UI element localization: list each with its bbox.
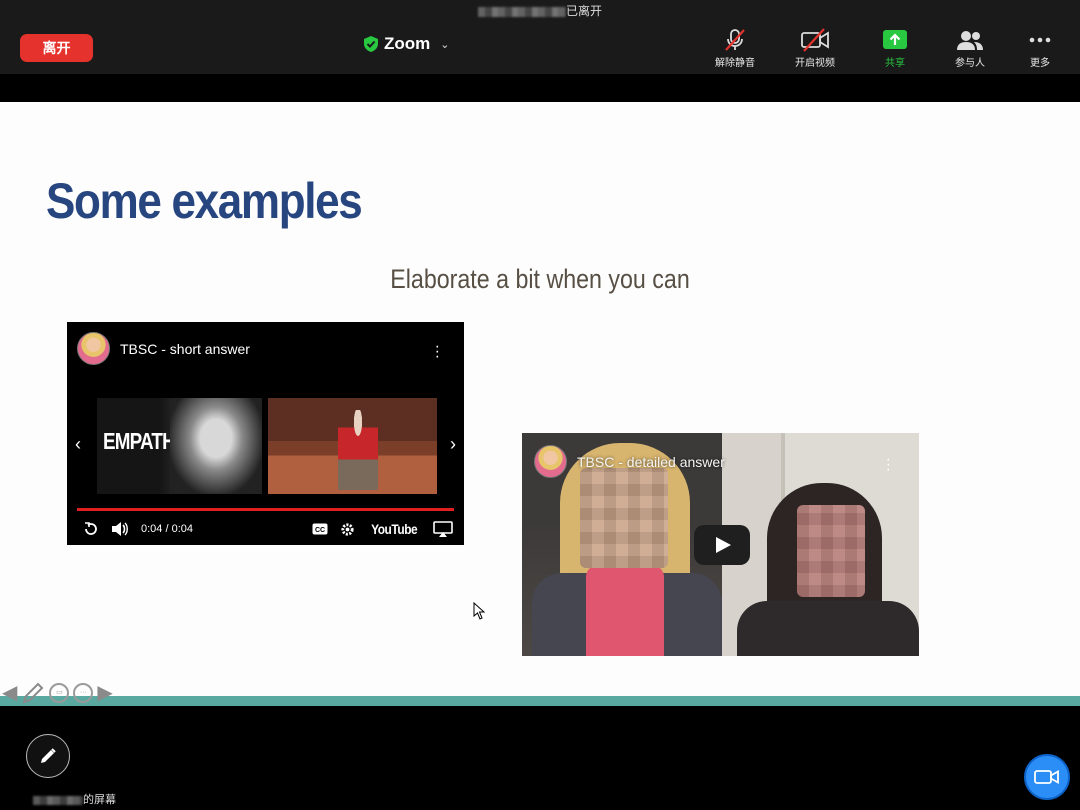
slide-footer-bar	[0, 696, 1080, 706]
person-right-body	[737, 601, 919, 656]
start-video-button[interactable]: 开启视频	[783, 28, 847, 69]
related-video-thumbnail-empathy[interactable]: EMPATHY	[97, 398, 262, 494]
speaker-figure	[338, 410, 378, 490]
video-camera-button[interactable]	[1024, 754, 1070, 800]
video-progress-bar[interactable]	[77, 508, 454, 511]
pixelated-face-left	[580, 468, 668, 568]
slide-title: Some examples	[46, 173, 363, 229]
pencil-icon	[41, 748, 56, 763]
muted-microphone-icon	[725, 29, 745, 51]
play-button-icon[interactable]	[694, 525, 750, 565]
app-title: Zoom	[384, 34, 431, 53]
options-menu-icon[interactable]: ···	[73, 683, 94, 703]
start-video-label: 开启视频	[795, 58, 835, 69]
shared-slide: Some examples Elaborate a bit when you c…	[0, 102, 1080, 696]
participant-left-notice: 已离开	[0, 2, 1080, 19]
redacted-presenter-name	[33, 795, 83, 805]
chevron-down-icon: ⌄	[440, 38, 450, 51]
volume-icon[interactable]	[111, 521, 129, 537]
video-header: TBSC - short answer	[77, 332, 250, 365]
presentation-toolbar: ◀ ▭ ··· ▶	[2, 682, 113, 704]
youtube-logo[interactable]: YouTube	[371, 521, 418, 537]
replay-icon[interactable]	[83, 521, 99, 537]
video-time: 0:04 / 0:04	[141, 523, 193, 535]
embedded-video-detailed-answer[interactable]: TBSC - detailed answer · · ·	[522, 433, 919, 656]
video-header: TBSC - detailed answer	[534, 445, 725, 478]
pixelated-face-right	[797, 505, 865, 597]
video-menu-icon[interactable]: · · ·	[886, 452, 891, 478]
video-controls: 0:04 / 0:04 CC YouTube	[83, 519, 453, 539]
security-shield-icon	[364, 36, 378, 52]
chevron-left-icon[interactable]: ‹	[75, 434, 81, 455]
previous-slide-arrow-icon[interactable]: ◀	[2, 682, 17, 704]
leave-meeting-button[interactable]: 离开	[20, 34, 93, 62]
unmute-button[interactable]: 解除静音	[703, 28, 767, 69]
more-label: 更多	[1030, 58, 1050, 69]
video-title[interactable]: TBSC - detailed answer	[577, 454, 725, 470]
captions-icon[interactable]: CC	[312, 523, 328, 535]
svg-text:CC: CC	[315, 527, 325, 534]
participant-left-text: 已离开	[565, 4, 602, 18]
video-off-icon	[801, 28, 829, 52]
share-screen-icon	[883, 30, 907, 49]
participants-label: 参与人	[955, 58, 985, 69]
more-button[interactable]: 更多	[1008, 28, 1072, 69]
airplay-icon[interactable]	[433, 521, 453, 537]
slide-subtitle: Elaborate a bit when you can	[390, 264, 690, 294]
channel-avatar[interactable]	[534, 445, 567, 478]
mouse-cursor-icon	[473, 602, 485, 620]
redacted-participant-name	[477, 6, 566, 17]
annotate-button[interactable]	[26, 734, 70, 778]
chevron-right-icon[interactable]: ›	[450, 434, 456, 455]
video-title[interactable]: TBSC - short answer	[120, 341, 250, 357]
participants-button[interactable]: 参与人	[938, 28, 1002, 69]
participants-icon	[957, 31, 983, 50]
meeting-info-dropdown[interactable]: Zoom ⌄	[364, 33, 450, 55]
thumbnail-portrait	[170, 398, 262, 494]
more-icon	[1029, 37, 1051, 43]
video-camera-icon	[1034, 769, 1059, 785]
meeting-toolbar: 已离开 离开 Zoom ⌄ 解除静音 开启视频 共享 参与人 更多	[0, 0, 1080, 74]
embedded-video-short-answer[interactable]: TBSC - short answer · · · EMPATHY ‹ › 0:04…	[67, 322, 464, 545]
channel-avatar[interactable]	[77, 332, 110, 365]
video-menu-icon[interactable]: · · ·	[435, 339, 440, 365]
related-video-thumbnail-speaker[interactable]	[268, 398, 437, 494]
screen-owner-label: 的屏幕	[33, 791, 116, 807]
screen-owner-suffix: 的屏幕	[83, 794, 116, 806]
slides-overview-icon[interactable]: ▭	[49, 683, 70, 703]
pink-scarf	[586, 565, 664, 656]
share-screen-label: 共享	[885, 58, 905, 69]
next-slide-arrow-icon[interactable]: ▶	[97, 682, 112, 704]
share-screen-button[interactable]: 共享	[863, 28, 927, 69]
settings-gear-icon[interactable]	[340, 522, 355, 537]
pen-tool-icon[interactable]	[21, 682, 45, 704]
unmute-label: 解除静音	[715, 58, 755, 69]
